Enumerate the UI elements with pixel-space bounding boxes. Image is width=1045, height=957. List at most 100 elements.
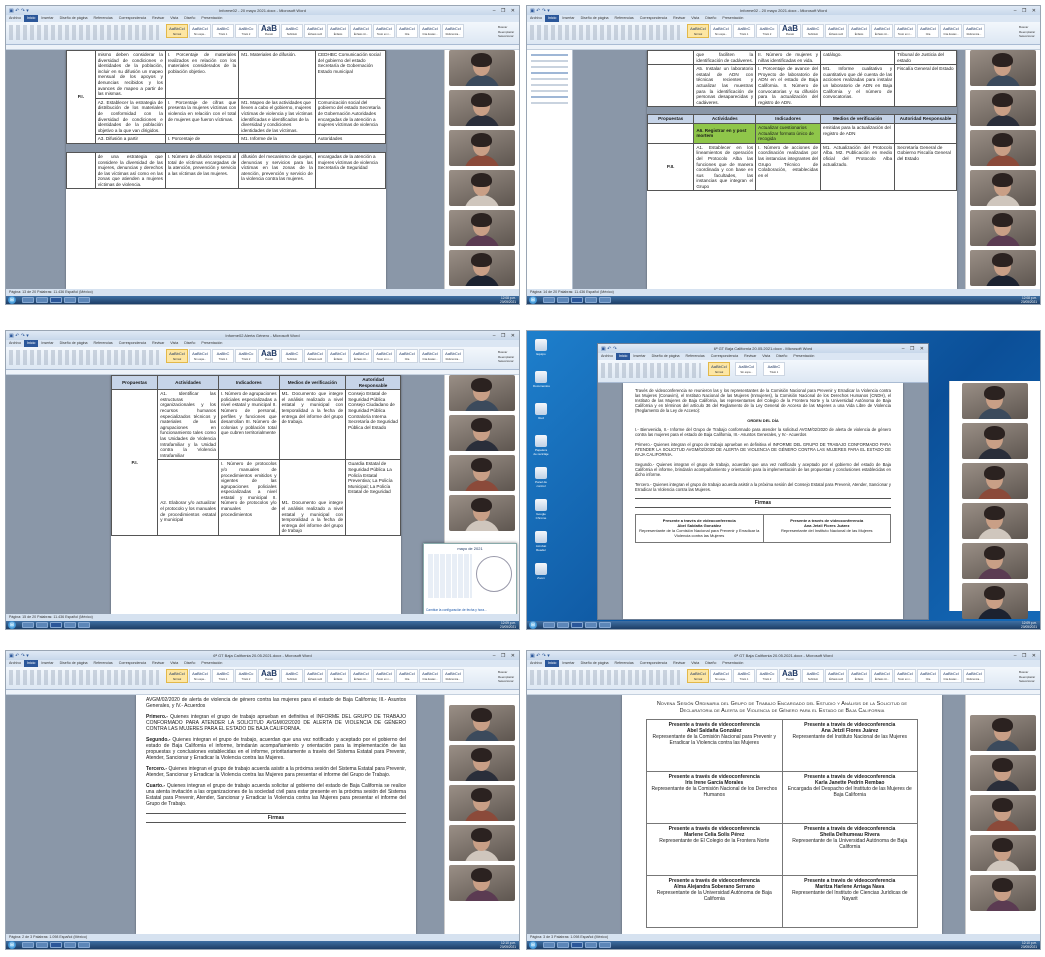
taskbar-app-word[interactable]	[571, 622, 583, 628]
taskbar-app-ie[interactable]	[36, 297, 48, 303]
ribbon-tab[interactable]: Diseño	[181, 340, 198, 347]
ribbon-tab[interactable]: Revisar	[741, 353, 759, 360]
taskbar-clock[interactable]: 12:09 p.m. 20/05/2021	[1021, 621, 1037, 629]
style-normal[interactable]: AaBbCcI Normal	[708, 362, 730, 376]
ribbon-tab[interactable]: Inicio	[23, 340, 39, 347]
clipboard-font-paragraph-groups[interactable]	[9, 350, 159, 365]
style-preset[interactable]: AaBbCcI Texto en n...	[373, 349, 395, 363]
desktop-icon-zoom[interactable]: Zoom	[533, 563, 549, 580]
ribbon-tab[interactable]: Revisar	[670, 15, 688, 22]
ribbon-tab[interactable]: Correspondencia	[708, 353, 741, 360]
style-preset[interactable]: AaBbCcI Cita destac...	[940, 669, 962, 683]
edit-command[interactable]: Seleccionar	[1019, 679, 1037, 684]
style-preset[interactable]: AaBbCcI Referencia...	[442, 24, 464, 38]
taskbar-app-word[interactable]	[571, 297, 583, 303]
ribbon-tab[interactable]: Archivo	[6, 340, 24, 347]
style-preset[interactable]: AaBbCc Título 2	[756, 24, 778, 38]
participant-video-tile[interactable]	[970, 130, 1036, 166]
taskbar-app-chrome[interactable]	[599, 942, 611, 948]
ribbon-tab[interactable]: Insertar	[630, 353, 648, 360]
style-preset[interactable]: AaBbC Título 1	[733, 24, 755, 38]
style-preset[interactable]: AaB Puesto	[258, 349, 280, 363]
ribbon-tab[interactable]: Presentación	[198, 15, 225, 22]
taskbar-app-chrome[interactable]	[78, 622, 90, 628]
editing-group[interactable]: Buscar Reemplazar Seleccionar	[498, 25, 516, 39]
taskbar-app-zoom[interactable]	[64, 942, 76, 948]
style-preset[interactable]: AaBbCcI Normal	[166, 349, 188, 363]
quick-access-toolbar[interactable]: ▣ ↶ ↷ ▾	[9, 332, 29, 340]
styles-gallery[interactable]: AaBbCcI Normal AaBbCcI Sin espa... AaBbC Títu…	[687, 24, 986, 40]
style-preset[interactable]: AaBbCcI Énfasis	[848, 24, 870, 38]
ribbon-tab[interactable]: Correspondencia	[116, 340, 149, 347]
style-preset[interactable]: AaBbCcI Énfasis sutil	[825, 24, 847, 38]
ribbon-tab[interactable]: Inicio	[544, 660, 560, 667]
ribbon-tab[interactable]: Vista	[688, 660, 702, 667]
participant-video-tile[interactable]	[449, 210, 515, 246]
style-preset[interactable]: AaB Puesto	[779, 24, 801, 38]
style-preset[interactable]: AaBbCcI Texto en n...	[373, 24, 395, 38]
style-preset[interactable]: AaB Puesto	[258, 24, 280, 38]
edit-command[interactable]: Seleccionar	[498, 359, 516, 364]
ribbon-tab[interactable]: Diseño de página	[57, 660, 91, 667]
quick-access-toolbar[interactable]: ▣ ↶ ↷ ▾	[530, 652, 550, 660]
style-preset[interactable]: AaBbC Subtítulo	[802, 24, 824, 38]
participant-video-tile[interactable]	[449, 825, 515, 861]
ribbon-tab[interactable]: Referencias	[612, 660, 637, 667]
style-preset[interactable]: AaBbCc Título 2	[756, 669, 778, 683]
desktop-icon-acrobat[interactable]: Acrobat Reader	[533, 531, 549, 552]
style-preset[interactable]: AaBbCcI Énfasis int...	[350, 669, 372, 683]
style-preset[interactable]: AaBbCcI Énfasis int...	[871, 24, 893, 38]
style-preset[interactable]: AaBbC Subtítulo	[802, 669, 824, 683]
style-preset[interactable]: AaBbCcI Cita destac...	[419, 669, 441, 683]
participant-video-tile[interactable]	[962, 383, 1028, 419]
window-controls[interactable]: – ❐ ✕	[902, 345, 926, 353]
ribbon-tab[interactable]: Diseño	[702, 660, 719, 667]
ribbon-tab[interactable]: Insertar	[38, 340, 56, 347]
style-preset[interactable]: AaB Puesto	[779, 669, 801, 683]
ribbon-tab[interactable]: Archivo	[6, 15, 24, 22]
taskbar-app-zoom[interactable]	[585, 942, 597, 948]
style-preset[interactable]: AaBbCcI Cita	[396, 24, 418, 38]
taskbar-clock[interactable]: 12:08 p.m. 20/05/2021	[1021, 296, 1037, 304]
participant-video-tile[interactable]	[970, 250, 1036, 286]
taskbar-app-word[interactable]	[50, 297, 62, 303]
style-preset[interactable]: AaBbCcI Cita destac...	[419, 349, 441, 363]
participant-video-tile[interactable]	[970, 835, 1036, 871]
ribbon-tab[interactable]: Referencias	[91, 15, 116, 22]
ribbon-tab[interactable]: Correspondencia	[116, 660, 149, 667]
taskbar-clock[interactable]: 12:09 p.m. 20/05/2021	[500, 621, 516, 629]
start-button[interactable]: ⊞	[529, 941, 537, 949]
word-window[interactable]: ▣ ↶ ↷ 6ª GT Baja California 20.05.2021.d…	[597, 343, 929, 620]
quick-access-toolbar[interactable]: ▣ ↶ ↷	[601, 345, 617, 353]
style-no-spacing[interactable]: AaBbCcI Sin espa...	[735, 362, 758, 376]
quick-access-toolbar[interactable]: ▣ ↶ ↷ ▾	[9, 652, 29, 660]
taskbar-app-chrome[interactable]	[78, 942, 90, 948]
participant-video-tile[interactable]	[970, 755, 1036, 791]
style-heading-1[interactable]: AaBbC Título 1	[762, 362, 785, 376]
style-preset[interactable]: AaBbCcI Normal	[166, 669, 188, 683]
style-preset[interactable]: AaBbCcI Cita	[917, 24, 939, 38]
style-preset[interactable]: AaBbCcI Referencia...	[963, 24, 985, 38]
style-preset[interactable]: AaBbCcI Cita	[396, 349, 418, 363]
style-preset[interactable]: AaBbC Subtítulo	[281, 349, 303, 363]
style-preset[interactable]: AaBbCcI Texto en n...	[373, 669, 395, 683]
ribbon-tab[interactable]: Presentación	[719, 660, 746, 667]
style-preset[interactable]: AaBbCcI Énfasis int...	[350, 349, 372, 363]
ribbon-tab[interactable]: Inicio	[615, 353, 631, 360]
style-preset[interactable]: AaB Puesto	[258, 669, 280, 683]
styles-gallery[interactable]: AaBbCcI Normal AaBbCcI Sin espa... AaBbC Títu…	[687, 669, 986, 685]
window-controls[interactable]: – ❐ ✕	[493, 7, 517, 15]
quick-access-toolbar[interactable]: ▣ ↶ ↷ ▾	[9, 7, 29, 15]
style-preset[interactable]: AaBbCcI Énfasis int...	[871, 669, 893, 683]
taskbar-app-ie[interactable]	[557, 942, 569, 948]
ribbon-tab[interactable]: Referencias	[91, 660, 116, 667]
editing-group[interactable]: Buscar Reemplazar Seleccionar	[1019, 25, 1037, 39]
navigation-pane[interactable]	[527, 50, 573, 289]
ribbon-tab[interactable]: Revisar	[149, 340, 167, 347]
ribbon-tab[interactable]: Correspondencia	[637, 660, 670, 667]
style-preset[interactable]: AaBbCcI Sin espa...	[189, 24, 211, 38]
participant-video-tile[interactable]	[962, 503, 1028, 539]
edit-command[interactable]: Seleccionar	[498, 679, 516, 684]
participant-video-tile[interactable]	[449, 375, 515, 411]
taskbar-app-zoom[interactable]	[64, 622, 76, 628]
